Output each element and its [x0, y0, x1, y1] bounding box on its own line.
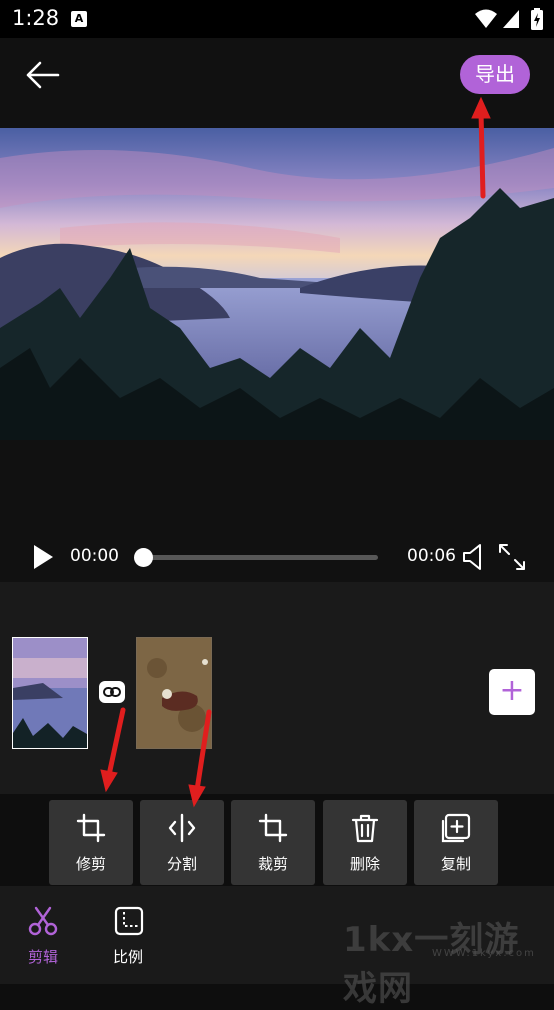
crop-icon — [258, 813, 288, 843]
volume-icon[interactable] — [460, 542, 488, 572]
link-icon[interactable] — [99, 681, 125, 703]
nav-edit-tab[interactable]: 剪辑 — [13, 900, 73, 970]
fullscreen-icon[interactable] — [497, 542, 527, 572]
battery-icon — [531, 8, 543, 30]
watermark: 1kx一刻游戏网 — [343, 920, 520, 1009]
video-preview[interactable] — [0, 128, 554, 440]
nav-edit-label: 剪辑 — [27, 948, 58, 966]
tool-delete-button[interactable]: 删除 — [323, 800, 407, 885]
timeline-clip-1[interactable] — [12, 637, 88, 749]
scissors-icon — [28, 906, 58, 936]
split-icon — [168, 813, 196, 843]
tool-label: 分割 — [166, 855, 197, 873]
tool-label: 裁剪 — [257, 855, 288, 873]
trim-icon — [76, 813, 106, 843]
timeline-clip-2[interactable] — [136, 637, 212, 749]
play-icon[interactable] — [30, 543, 56, 571]
seek-thumb[interactable] — [134, 548, 153, 567]
tool-crop-button[interactable]: 裁剪 — [231, 800, 315, 885]
signal-icon — [503, 10, 519, 28]
tool-trim-button[interactable]: 修剪 — [49, 800, 133, 885]
watermark-url: WWW.1kyx.com — [432, 948, 536, 959]
clip-1-thumbnail — [13, 638, 87, 748]
tool-label: 修剪 — [75, 855, 106, 873]
wifi-icon — [475, 9, 497, 28]
tool-split-button[interactable]: 分割 — [140, 800, 224, 885]
export-button[interactable]: 导出 — [460, 55, 530, 94]
nav-ratio-tab[interactable]: 比例 — [98, 900, 158, 970]
notification-icon: A — [71, 11, 87, 27]
tool-copy-button[interactable]: 复制 — [414, 800, 498, 885]
clip-2-thumbnail — [137, 638, 211, 748]
ratio-icon — [114, 906, 144, 936]
nav-ratio-label: 比例 — [112, 948, 143, 966]
seek-bar[interactable] — [140, 555, 378, 560]
tool-label: 删除 — [349, 855, 380, 873]
current-time: 00:00 — [70, 546, 119, 566]
landscape-frame-image — [0, 128, 554, 440]
tool-label: 复制 — [440, 855, 471, 873]
total-time: 00:06 — [407, 546, 456, 566]
add-clip-button[interactable]: + — [489, 669, 535, 715]
copy-icon — [441, 813, 471, 843]
trash-icon — [351, 814, 379, 843]
back-arrow-icon[interactable] — [22, 55, 62, 95]
status-time: 1:28 — [12, 6, 60, 30]
